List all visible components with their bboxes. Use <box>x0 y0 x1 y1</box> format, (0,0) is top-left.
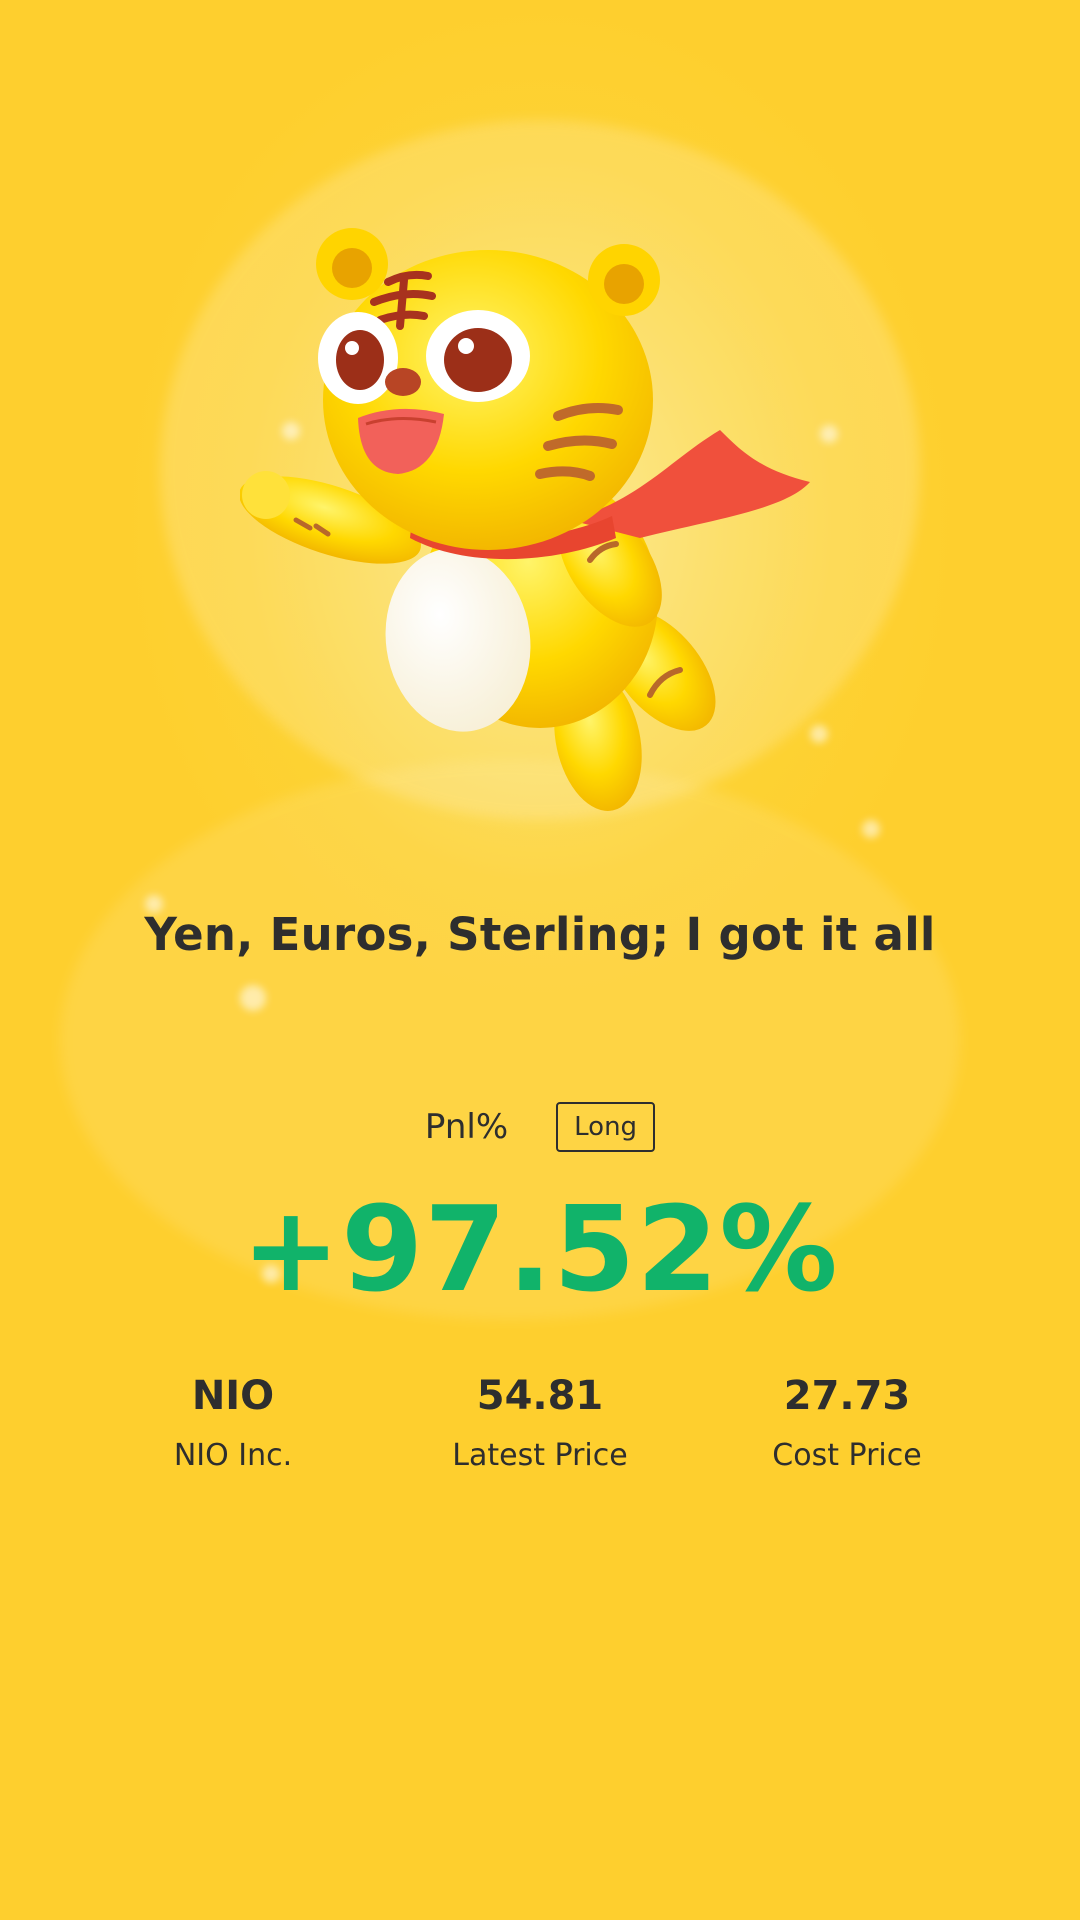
pnl-percentage: +97.52% <box>241 1180 839 1318</box>
cost-price-label: Cost Price <box>772 1438 922 1473</box>
pnl-label: Pnl% <box>424 1107 509 1147</box>
position-stats: NIO NIO Inc. 54.81 Latest Price 27.73 Co… <box>0 1370 1080 1490</box>
share-headline: Yen, Euros, Sterling; I got it all <box>144 908 936 961</box>
pnl-row: Pnl% Long <box>0 1102 1080 1152</box>
sparkle <box>240 985 266 1011</box>
tiger-mascot-icon <box>240 228 810 811</box>
latest-price-label: Latest Price <box>452 1438 628 1473</box>
sparkle <box>862 820 880 838</box>
position-direction-badge: Long <box>556 1102 656 1152</box>
latest-price-value: 54.81 <box>476 1373 604 1419</box>
stock-name: NIO Inc. <box>173 1438 293 1473</box>
share-card: Yen, Euros, Sterling; I got it all Pnl% … <box>0 0 1080 1920</box>
stat-latest-price: 54.81 Latest Price <box>390 1370 690 1476</box>
cost-price-value: 27.73 <box>783 1373 911 1419</box>
stat-cost-price: 27.73 Cost Price <box>697 1370 997 1476</box>
stock-symbol: NIO <box>191 1373 275 1419</box>
stat-symbol: NIO NIO Inc. <box>83 1370 383 1476</box>
